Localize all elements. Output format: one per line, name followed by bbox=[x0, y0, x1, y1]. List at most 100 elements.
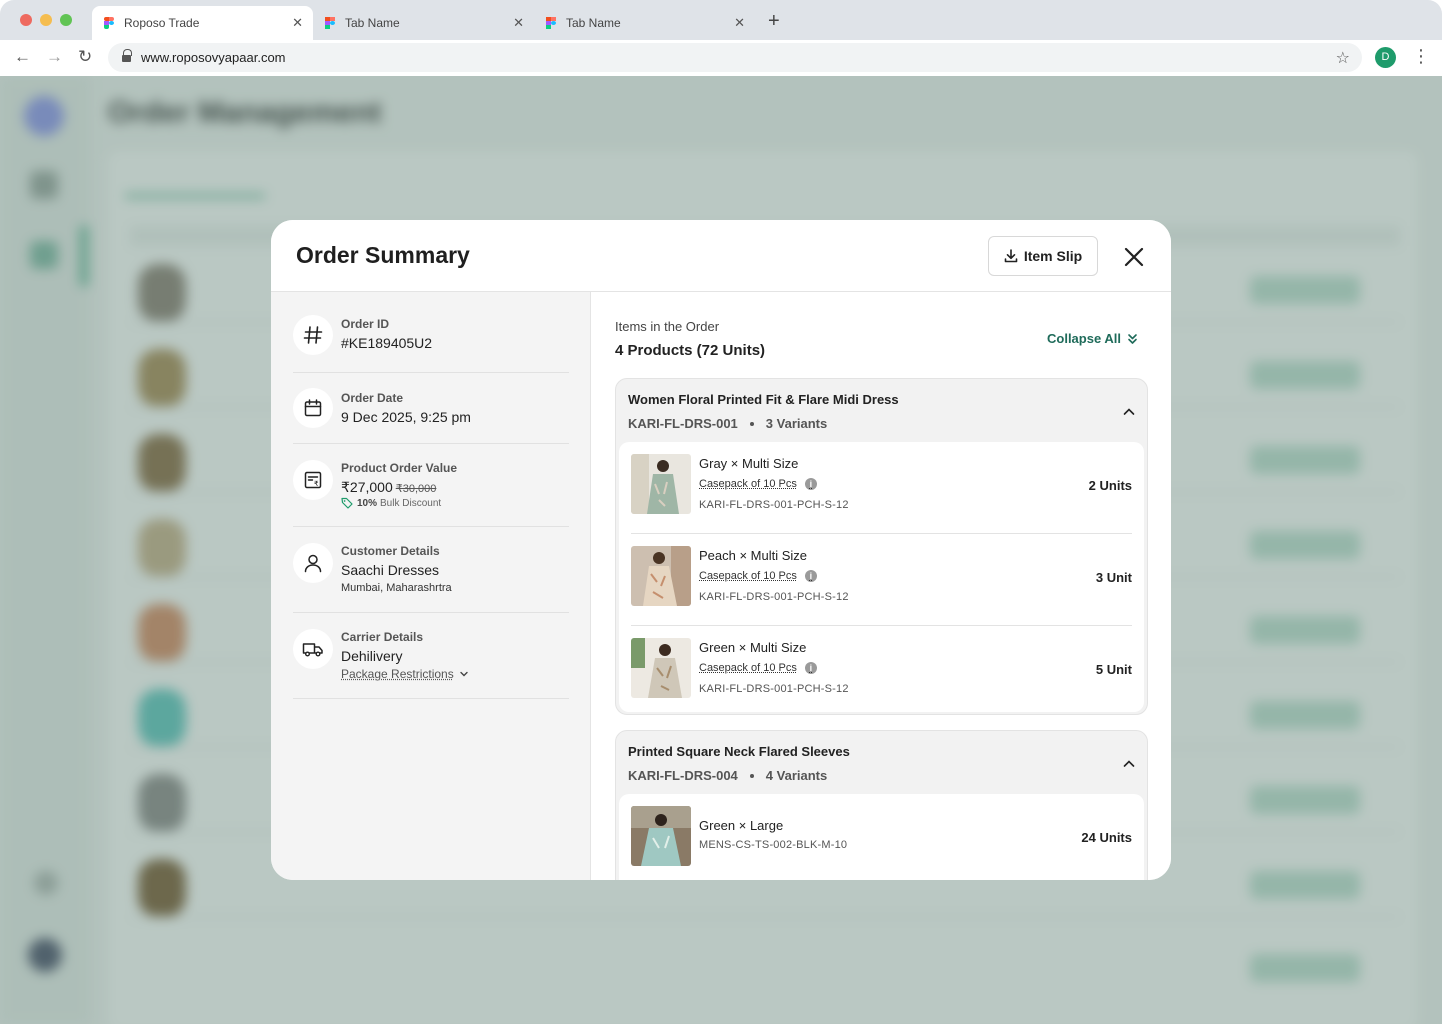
items-count: 4 Products (72 Units) bbox=[615, 342, 766, 359]
separator-dot bbox=[749, 421, 754, 426]
variant-list: Gray × Multi Size Casepack of 10 Pcs i K… bbox=[619, 442, 1144, 712]
order-id-label: Order ID bbox=[341, 317, 390, 331]
collapse-all-label: Collapse All bbox=[1047, 331, 1121, 346]
profile-avatar[interactable]: D bbox=[1375, 47, 1396, 68]
order-summary-modal: Order Summary Item Slip Order ID #KE1894… bbox=[271, 220, 1171, 880]
info-icon[interactable]: i bbox=[804, 570, 817, 582]
package-restrictions-link[interactable]: Package Restrictions bbox=[341, 667, 469, 681]
order-id-value: #KE189405U2 bbox=[341, 335, 433, 351]
figma-icon bbox=[546, 16, 556, 30]
svg-text:₹: ₹ bbox=[314, 480, 319, 488]
order-value-label: Product Order Value bbox=[341, 461, 458, 475]
variant-sku: KARI-FL-DRS-001-PCH-S-12 bbox=[699, 683, 849, 695]
double-chevron-down-icon bbox=[1128, 333, 1137, 344]
close-tab-icon[interactable]: ✕ bbox=[513, 15, 524, 31]
new-tab-icon[interactable]: + bbox=[768, 10, 780, 33]
modal-header: Order Summary Item Slip bbox=[271, 220, 1171, 292]
info-icon[interactable]: i bbox=[804, 662, 817, 674]
discount-info: 10% Bulk Discount bbox=[341, 497, 441, 509]
variant-units: 3 Unit bbox=[1095, 570, 1132, 585]
variant-sku: KARI-FL-DRS-001-PCH-S-12 bbox=[699, 499, 849, 511]
hash-icon bbox=[293, 315, 333, 355]
variant-units: 2 Units bbox=[1088, 478, 1132, 493]
variant-title: Gray × Multi Size bbox=[699, 456, 799, 471]
browser-tab-3[interactable]: Tab Name ✕ bbox=[534, 6, 755, 40]
product-thumbnail bbox=[631, 638, 691, 698]
close-tab-icon[interactable]: ✕ bbox=[734, 15, 745, 31]
variant-sku: MENS-CS-TS-002-BLK-M-10 bbox=[699, 839, 848, 851]
order-date-label: Order Date bbox=[341, 391, 404, 405]
product-code: KARI-FL-DRS-001 bbox=[628, 416, 738, 431]
variant-title: Green × Multi Size bbox=[699, 640, 807, 655]
browser-tab-strip: Roposo Trade ✕ Tab Name ✕ Tab Name ✕ + bbox=[0, 0, 1442, 40]
variant-row: Green × Multi Size Casepack of 10 Pcs i … bbox=[619, 626, 1144, 718]
variant-title: Green × Large bbox=[699, 818, 784, 833]
figma-icon bbox=[104, 16, 114, 30]
chevron-down-icon bbox=[460, 671, 468, 677]
product-thumbnail bbox=[631, 546, 691, 606]
customer-label: Customer Details bbox=[341, 544, 440, 558]
user-icon bbox=[293, 543, 333, 583]
back-arrow-icon[interactable]: ← bbox=[14, 47, 31, 67]
customer-name: Saachi Dresses bbox=[341, 562, 440, 578]
variant-units: 5 Unit bbox=[1095, 662, 1132, 677]
forward-arrow-icon[interactable]: → bbox=[46, 47, 63, 67]
product-name: Printed Square Neck Flared Sleeves bbox=[628, 744, 850, 759]
casepack-link[interactable]: Casepack of 10 Pcs i bbox=[699, 570, 817, 582]
address-bar[interactable]: www.roposovyapaar.com ☆ bbox=[108, 43, 1362, 72]
lock-icon bbox=[122, 48, 132, 63]
casepack-link[interactable]: Casepack of 10 Pcs i bbox=[699, 662, 817, 674]
variants-count: 3 Variants bbox=[765, 416, 828, 431]
items-panel: Items in the Order 4 Products (72 Units)… bbox=[592, 292, 1171, 880]
collapse-all-button[interactable]: Collapse All bbox=[1047, 331, 1138, 346]
variant-row: Peach × Multi Size Casepack of 10 Pcs i … bbox=[619, 534, 1144, 626]
browser-tab-2[interactable]: Tab Name ✕ bbox=[313, 6, 534, 40]
separator-dot bbox=[749, 773, 754, 778]
chevron-up-icon[interactable] bbox=[1123, 759, 1135, 769]
customer-location: Mumbai, Maharashrtra bbox=[341, 582, 452, 594]
browser-toolbar: ← → ↻ www.roposovyapaar.com ☆ D ⋮ bbox=[0, 40, 1442, 76]
product-card: Printed Square Neck Flared Sleeves KARI-… bbox=[615, 730, 1148, 880]
variant-row: Green × Large MENS-CS-TS-002-BLK-M-10 24… bbox=[619, 794, 1144, 880]
minimize-window-icon[interactable] bbox=[40, 14, 52, 26]
info-icon[interactable]: i bbox=[804, 478, 817, 490]
close-tab-icon[interactable]: ✕ bbox=[292, 15, 303, 31]
calendar-icon bbox=[293, 388, 333, 428]
bookmark-star-icon[interactable]: ☆ bbox=[1336, 48, 1350, 68]
item-slip-button[interactable]: Item Slip bbox=[988, 236, 1098, 276]
product-meta: KARI-FL-DRS-004 4 Variants bbox=[628, 768, 827, 783]
variant-list: Green × Large MENS-CS-TS-002-BLK-M-10 24… bbox=[619, 794, 1144, 880]
browser-tab-roposo[interactable]: Roposo Trade ✕ bbox=[92, 6, 313, 40]
order-id-block: Order ID #KE189405U2 bbox=[293, 303, 569, 373]
reload-icon[interactable]: ↻ bbox=[78, 47, 92, 67]
discounted-price: ₹27,000 bbox=[341, 479, 393, 495]
product-name: Women Floral Printed Fit & Flare Midi Dr… bbox=[628, 392, 899, 407]
more-menu-icon[interactable]: ⋮ bbox=[1412, 46, 1430, 67]
product-code: KARI-FL-DRS-004 bbox=[628, 768, 738, 783]
variants-count: 4 Variants bbox=[765, 768, 828, 783]
variant-row: Gray × Multi Size Casepack of 10 Pcs i K… bbox=[619, 442, 1144, 534]
chevron-up-icon[interactable] bbox=[1123, 407, 1135, 417]
tag-icon bbox=[341, 497, 353, 509]
casepack-label: Casepack of 10 Pcs bbox=[699, 570, 797, 582]
carrier-block: Carrier Details Dehilivery Package Restr… bbox=[293, 613, 569, 699]
discount-text: Bulk Discount bbox=[380, 497, 442, 509]
discount-percent: 10% bbox=[357, 497, 378, 509]
casepack-link[interactable]: Casepack of 10 Pcs i bbox=[699, 478, 817, 490]
close-icon[interactable] bbox=[1121, 244, 1147, 270]
original-price: ₹30,000 bbox=[395, 483, 437, 495]
variant-title: Peach × Multi Size bbox=[699, 548, 808, 563]
truck-icon bbox=[293, 629, 333, 669]
casepack-label: Casepack of 10 Pcs bbox=[699, 662, 797, 674]
tab-label: Tab Name bbox=[345, 16, 400, 30]
maximize-window-icon[interactable] bbox=[60, 14, 72, 26]
product-thumbnail bbox=[631, 806, 691, 866]
close-window-icon[interactable] bbox=[20, 14, 32, 26]
item-slip-label: Item Slip bbox=[1023, 248, 1083, 264]
url-text: www.roposovyapaar.com bbox=[141, 50, 286, 65]
variant-sku: KARI-FL-DRS-001-PCH-S-12 bbox=[699, 591, 849, 603]
product-meta: KARI-FL-DRS-001 3 Variants bbox=[628, 416, 827, 431]
order-details-panel: Order ID #KE189405U2 Order Date 9 Dec 20… bbox=[271, 292, 591, 880]
package-restrictions-label: Package Restrictions bbox=[341, 667, 454, 681]
customer-block: Customer Details Saachi Dresses Mumbai, … bbox=[293, 527, 569, 613]
